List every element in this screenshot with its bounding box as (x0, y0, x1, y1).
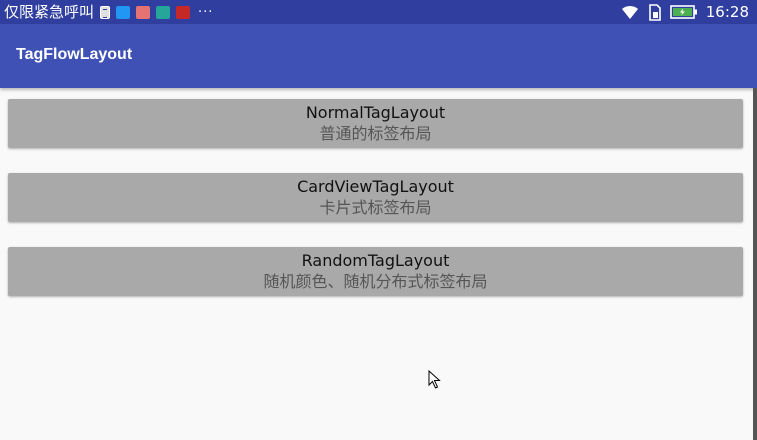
huawei-icon (176, 5, 191, 19)
gift-icon (136, 5, 151, 19)
app-title: TagFlowLayout (16, 46, 133, 63)
chat-icon (156, 5, 171, 19)
carrier-text: 仅限紧急呼叫 (4, 3, 95, 21)
mouse-cursor-icon (428, 370, 441, 389)
app-bar: TagFlowLayout (0, 24, 757, 88)
clock: 16:28 (705, 3, 749, 21)
item-title: CardViewTagLayout (297, 177, 454, 196)
cardview-tag-layout-button[interactable]: CardViewTagLayout 卡片式标签布局 (8, 173, 743, 222)
status-right: 16:28 (620, 0, 749, 24)
layout-list: NormalTagLayout 普通的标签布局 CardViewTagLayou… (8, 99, 743, 321)
sim-icon (648, 3, 661, 21)
app-icon (116, 5, 131, 19)
notes-icon (100, 5, 111, 19)
normal-tag-layout-button[interactable]: NormalTagLayout 普通的标签布局 (8, 99, 743, 148)
status-left: 仅限紧急呼叫 ··· (4, 0, 213, 24)
item-subtitle: 卡片式标签布局 (319, 198, 432, 217)
window-edge (753, 88, 757, 440)
battery-icon (669, 5, 697, 19)
item-subtitle: 随机颜色、随机分布式标签布局 (263, 272, 488, 291)
more-notifications-icon: ··· (198, 4, 214, 20)
item-title: NormalTagLayout (305, 103, 446, 122)
status-bar: 仅限紧急呼叫 ··· 16:28 (0, 0, 757, 24)
item-title: RandomTagLayout (301, 251, 450, 270)
item-subtitle: 普通的标签布局 (319, 124, 432, 143)
wifi-icon (621, 5, 638, 19)
random-tag-layout-button[interactable]: RandomTagLayout 随机颜色、随机分布式标签布局 (8, 247, 743, 296)
